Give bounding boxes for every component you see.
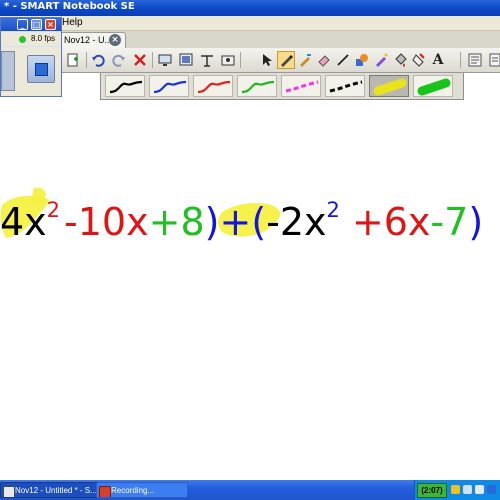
undo-icon[interactable] — [89, 51, 107, 69]
volume-icon[interactable] — [475, 485, 484, 494]
network-icon[interactable] — [463, 485, 472, 494]
line-icon[interactable] — [334, 51, 352, 69]
toolbar-separator — [460, 52, 461, 68]
system-tray: (2:07) — [414, 480, 500, 500]
pen-style-4[interactable] — [237, 75, 277, 97]
recorder-side-panel — [1, 51, 15, 91]
window-title-bar: * - SMART Notebook SE — [0, 0, 500, 16]
open-paren: ( — [251, 200, 266, 244]
creative-pen-icon[interactable] — [296, 51, 314, 69]
pen-type-strip — [100, 73, 464, 100]
main-toolbar: A — [0, 48, 500, 73]
recording-timer: (2:07) — [417, 483, 447, 498]
equation-drawing: 4x2 -10x+8)+(-2x2 +6x-7) — [0, 187, 483, 244]
full-screen-icon[interactable] — [177, 51, 195, 69]
recorder-window: _ □ × 8.0 fps — [0, 17, 62, 97]
exponent: 2 — [327, 198, 340, 222]
minimize-icon[interactable]: _ — [17, 19, 28, 30]
screen-shade-icon[interactable] — [156, 51, 174, 69]
pen-style-6[interactable] — [325, 75, 365, 97]
pen-stroke-icon — [109, 80, 143, 94]
term-4x-squared: 4x — [0, 200, 47, 244]
pen-style-5[interactable] — [281, 75, 321, 97]
menu-item-help[interactable]: Help — [62, 17, 83, 28]
pen-style-8[interactable] — [413, 75, 453, 97]
pen-stroke-icon — [197, 80, 231, 94]
exponent: 2 — [47, 198, 60, 222]
tray-icon[interactable] — [451, 485, 460, 494]
plus-sign: + — [219, 200, 251, 244]
maximize-icon[interactable]: □ — [31, 19, 42, 30]
pen-style-3[interactable] — [193, 75, 233, 97]
close-icon[interactable]: × — [109, 34, 121, 46]
paint-bucket-icon[interactable] — [410, 51, 428, 69]
frame-rate: 8.0 fps — [31, 34, 56, 43]
pen-icon[interactable] — [277, 51, 295, 69]
table-icon[interactable] — [198, 51, 216, 69]
term-minus-7: -7 — [430, 200, 468, 244]
tab-document[interactable]: Nov12 - U... × — [60, 32, 126, 48]
recording-indicator-icon — [19, 36, 26, 43]
taskbar-item-label: Recording... — [111, 486, 155, 495]
term-plus-8: +8 — [149, 200, 205, 244]
taskbar-item-label: Nov12 - Untitled * - S... — [15, 486, 97, 495]
delete-icon[interactable] — [131, 51, 149, 69]
pen-style-2[interactable] — [149, 75, 189, 97]
tab-document-label: Nov12 - U... — [64, 35, 113, 45]
recorder-title-bar: _ □ × — [1, 18, 61, 31]
toolbar-separator — [86, 52, 87, 68]
close-icon[interactable]: × — [45, 19, 56, 30]
pen-stroke-icon — [417, 78, 451, 96]
recorder-controls — [1, 47, 61, 96]
properties-icon[interactable] — [466, 51, 484, 69]
notebook-app-icon — [3, 486, 15, 497]
recorder-status: 8.0 fps — [1, 32, 61, 46]
pen-stroke-icon — [285, 80, 319, 93]
shape-icon[interactable] — [353, 51, 371, 69]
text-icon[interactable]: A — [429, 51, 447, 69]
close-paren: ) — [205, 200, 220, 244]
taskbar-item-recording[interactable]: Recording... — [96, 482, 188, 498]
document-tab-strip: Nov12 - U... × — [0, 31, 500, 49]
pen-stroke-icon — [373, 78, 407, 96]
recorder-app-icon — [99, 486, 111, 497]
menu-bar: Help — [0, 16, 500, 31]
term-minus-10x: -10x — [64, 200, 149, 244]
stop-recording-button[interactable] — [27, 55, 55, 83]
fill-icon[interactable] — [391, 51, 409, 69]
pen-style-7[interactable] — [369, 75, 409, 97]
magic-pen-icon[interactable] — [372, 51, 390, 69]
toolbar-separator — [240, 52, 241, 68]
security-icon[interactable] — [487, 485, 496, 494]
pen-stroke-icon — [241, 80, 275, 94]
svg-text:4x2-10x+8)+(-2x2+6x-7): 4x2 -10x+8)+(-2x2 +6x-7) — [0, 198, 483, 244]
toolbar-more-icon[interactable] — [486, 51, 500, 69]
notebook-canvas[interactable]: 4x2 -10x+8)+(-2x2 +6x-7) — [0, 100, 500, 480]
insert-page-icon[interactable] — [64, 51, 82, 69]
pen-stroke-icon — [153, 80, 187, 94]
capture-icon[interactable] — [219, 51, 237, 69]
close-paren: ) — [468, 200, 483, 244]
select-icon[interactable] — [258, 51, 276, 69]
toolbar-separator — [152, 52, 153, 68]
stop-icon — [35, 63, 48, 76]
pen-stroke-icon — [329, 80, 363, 93]
pen-style-1[interactable] — [105, 75, 145, 97]
term-plus-6x: +6x — [352, 200, 431, 244]
term-minus-2x-squared: -2x — [266, 200, 326, 244]
redo-icon[interactable] — [110, 51, 128, 69]
window-title: * - SMART Notebook SE — [4, 1, 135, 12]
eraser-icon[interactable] — [315, 51, 333, 69]
